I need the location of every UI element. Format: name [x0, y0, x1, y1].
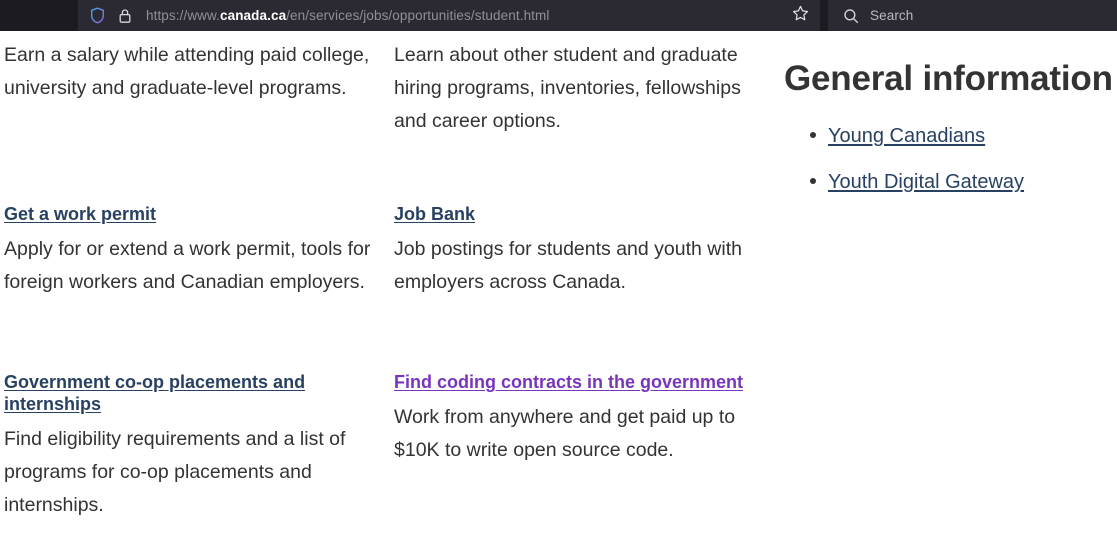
- shield-icon[interactable]: [88, 7, 106, 25]
- card-government-co-op-placements: Government co-op placements and internsh…: [4, 371, 374, 522]
- toolbar-gap: [820, 0, 828, 31]
- card-description: Apply for or extend a work permit, tools…: [4, 238, 371, 293]
- column-two-lead-text: Learn about other student and graduate h…: [394, 44, 741, 132]
- card-description: Work from anywhere and get paid up to $1…: [394, 406, 736, 461]
- link-find-coding-contracts[interactable]: Find coding contracts in the government: [394, 372, 743, 392]
- browser-toolbar: https://www.canada.ca/en/services/jobs/o…: [0, 0, 1117, 31]
- bullet-icon: [810, 178, 816, 184]
- browser-window: https://www.canada.ca/en/services/jobs/o…: [0, 0, 1117, 536]
- sidebar-link-young-canadians[interactable]: Young Canadians: [828, 125, 985, 147]
- card-find-coding-contracts: Find coding contracts in the government …: [394, 371, 764, 467]
- toolbar-left-spacer: [0, 0, 78, 31]
- sidebar-link-list: Young Canadians Youth Digital Gateway: [810, 123, 1024, 215]
- url-domain: canada.ca: [219, 8, 287, 23]
- sidebar-link-youth-digital-gateway[interactable]: Youth Digital Gateway: [828, 171, 1024, 193]
- url-text[interactable]: https://www.canada.ca/en/services/jobs/o…: [146, 0, 780, 31]
- url-path: /en/services/jobs/opportunities/student.…: [286, 8, 550, 23]
- sidebar-heading: General information: [784, 59, 1113, 98]
- address-bar[interactable]: https://www.canada.ca/en/services/jobs/o…: [78, 0, 820, 31]
- card-description: Find eligibility requirements and a list…: [4, 428, 346, 516]
- column-one-lead-text: Earn a salary while attending paid colle…: [4, 44, 370, 99]
- bullet-icon: [810, 132, 816, 138]
- bookmark-button[interactable]: [780, 0, 820, 31]
- link-get-a-work-permit[interactable]: Get a work permit: [4, 204, 156, 224]
- list-item: Youth Digital Gateway: [810, 169, 1024, 197]
- address-bar-icons: [88, 7, 146, 25]
- page-content: Earn a salary while attending paid colle…: [0, 31, 1117, 536]
- link-government-co-op-placements[interactable]: Government co-op placements and internsh…: [4, 372, 305, 414]
- url-prefix: https://www.: [146, 8, 220, 23]
- card-get-a-work-permit: Get a work permit Apply for or extend a …: [4, 203, 374, 299]
- search-icon: [842, 7, 860, 25]
- list-item: Young Canadians: [810, 123, 1024, 151]
- star-icon: [792, 5, 809, 27]
- search-input[interactable]: Search: [870, 8, 913, 23]
- lock-icon[interactable]: [116, 7, 134, 25]
- card-job-bank: Job Bank Job postings for students and y…: [394, 203, 764, 299]
- link-job-bank[interactable]: Job Bank: [394, 204, 475, 224]
- card-description: Job postings for students and youth with…: [394, 238, 742, 293]
- search-bar[interactable]: Search: [828, 0, 1117, 31]
